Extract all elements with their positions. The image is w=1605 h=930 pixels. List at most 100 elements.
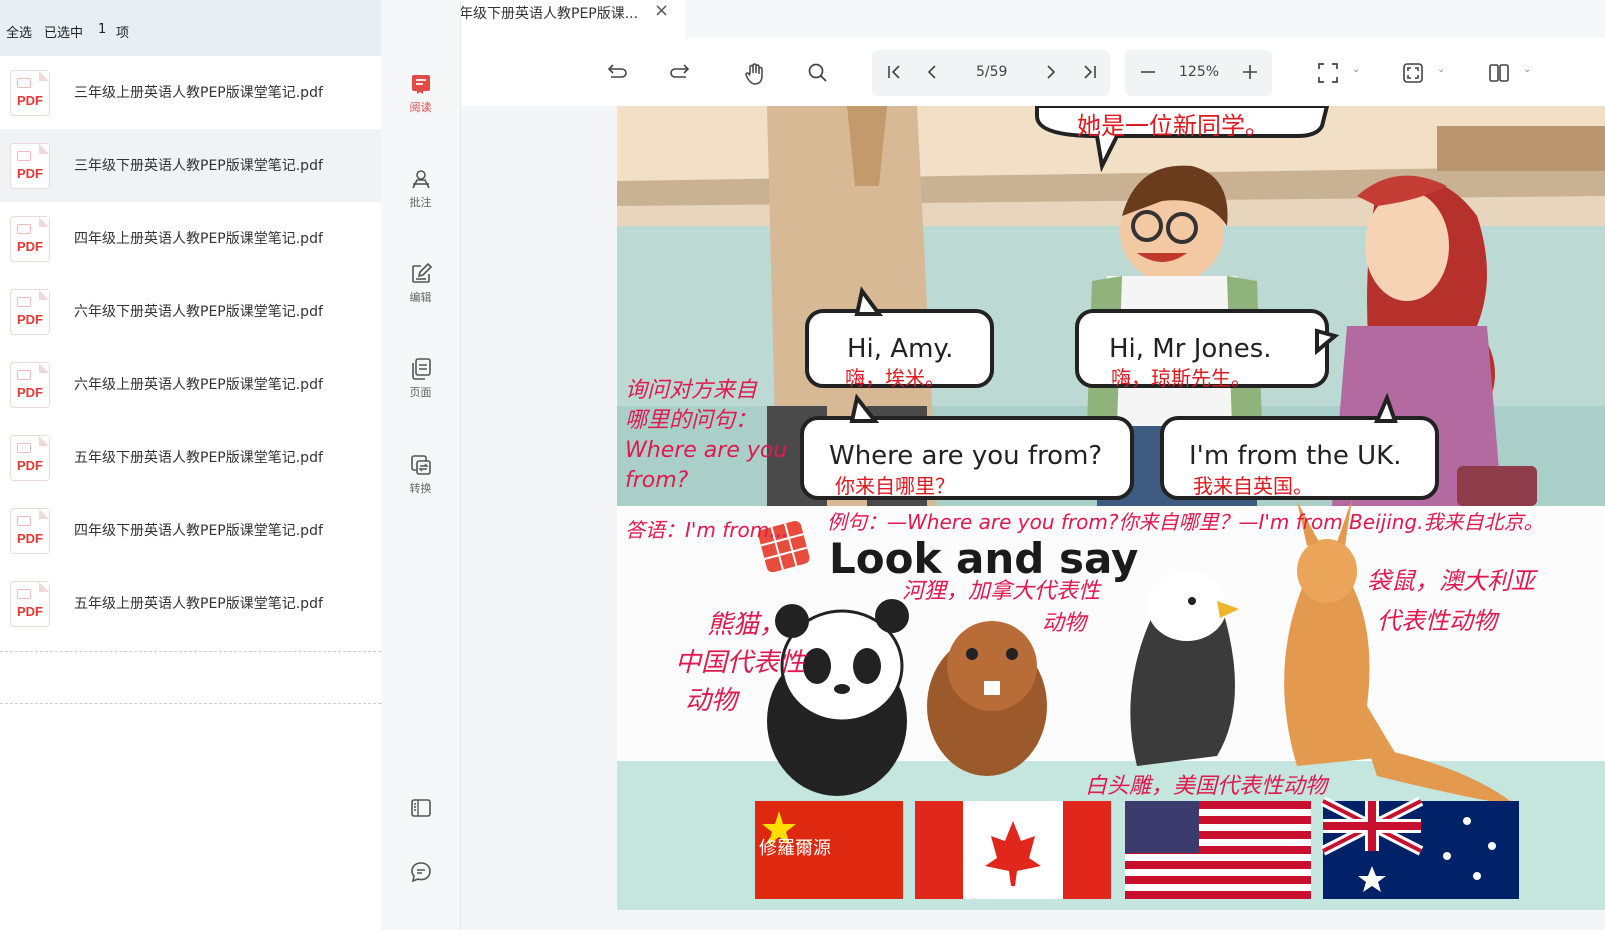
divider: [0, 703, 381, 704]
zoom-out-button[interactable]: [1135, 62, 1161, 84]
zoom-level[interactable]: 125%: [1179, 64, 1219, 80]
note-line: 中国代表性: [675, 648, 806, 678]
panel-toggle-button[interactable]: [381, 796, 460, 823]
pdf-file-icon: PDF: [10, 435, 50, 481]
bubble-3-en: Where are you from?: [829, 441, 1103, 471]
nav-read[interactable]: 阅读: [381, 72, 460, 115]
nav-annotate[interactable]: 批注: [381, 167, 460, 210]
redo-button[interactable]: [667, 62, 693, 84]
file-name: 五年级上册英语人教PEP版课堂笔记.pdf: [74, 596, 323, 612]
note-line: 动物: [1042, 611, 1087, 636]
pdf-icon-label: PDF: [17, 531, 43, 546]
file-name: 三年级下册英语人教PEP版课堂笔记.pdf: [74, 158, 323, 174]
selected-label: 已选中: [44, 26, 84, 41]
file-list-item[interactable]: PDF 六年级下册英语人教PEP版课堂笔记.pdf: [0, 275, 381, 348]
file-list-item[interactable]: PDF 六年级上册英语人教PEP版课堂笔记.pdf: [0, 348, 381, 421]
note-example: 例句：—Where are you from?你来自哪里？—I'm from B…: [827, 510, 1544, 534]
comment-button[interactable]: [381, 860, 460, 887]
chevron-down-icon[interactable]: ⌄: [1437, 64, 1445, 75]
file-list-item[interactable]: PDF 四年级下册英语人教PEP版课堂笔记.pdf: [0, 494, 381, 567]
pdf-icon-label: PDF: [17, 312, 43, 327]
side-nav: 阅读 批注 编辑 页面 转换: [381, 0, 461, 930]
nav-label: 阅读: [409, 101, 432, 114]
chevron-down-icon[interactable]: ⌄: [1523, 64, 1531, 75]
close-icon[interactable]: ×: [654, 0, 669, 21]
undo-icon: [607, 64, 627, 78]
file-list-item[interactable]: PDF 四年级上册英语人教PEP版课堂笔记.pdf: [0, 202, 381, 275]
note-line: Where are you: [625, 438, 788, 463]
bubble-4-zh: 我来自英国。: [1193, 474, 1313, 498]
nav-pages[interactable]: 页面: [381, 357, 460, 400]
note-line: 代表性动物: [1377, 607, 1497, 635]
file-name: 五年级下册英语人教PEP版课堂笔记.pdf: [74, 450, 323, 466]
file-name: 四年级上册英语人教PEP版课堂笔记.pdf: [74, 231, 323, 247]
zoom-in-button[interactable]: [1237, 62, 1263, 84]
file-name: 六年级上册英语人教PEP版课堂笔记.pdf: [74, 377, 323, 393]
page-indicator[interactable]: 5/59: [976, 64, 1007, 80]
nav-label: 转换: [409, 482, 432, 495]
nav-label: 批注: [409, 196, 432, 209]
next-page-button[interactable]: [1037, 62, 1063, 84]
pdf-icon-label: PDF: [17, 239, 43, 254]
prev-page-button[interactable]: [920, 62, 946, 84]
first-page-button[interactable]: [881, 62, 907, 84]
chevron-down-icon[interactable]: ⌄: [1352, 64, 1360, 75]
note-line: 熊猫，: [707, 610, 786, 640]
last-page-button[interactable]: [1077, 62, 1103, 84]
tab-bar: 三年级下册英语人教PEP版课... ×: [381, 0, 1605, 39]
select-all-button[interactable]: 全选: [6, 22, 32, 41]
note-line: 袋鼠，澳大利亚: [1367, 567, 1535, 595]
viewer-toolbar: 5/59 125% ⌄ ⌄ ⌄: [461, 38, 1605, 106]
note-line: 询问对方来自: [625, 378, 758, 403]
pdf-page[interactable]: 她是一位新同学。 Hi, Amy. 嗨，埃米。 Hi, Mr Jones. 嗨，…: [617, 106, 1605, 910]
pdf-file-icon: PDF: [10, 216, 50, 262]
file-list-item[interactable]: PDF 五年级上册英语人教PEP版课堂笔记.pdf: [0, 567, 381, 640]
page-layout-button[interactable]: [1486, 62, 1512, 84]
nav-convert[interactable]: 转换: [381, 453, 460, 496]
note-answer: 答语：I'm from...: [625, 518, 789, 542]
divider: [0, 651, 381, 652]
hand-icon: [745, 63, 763, 85]
hand-tool-button[interactable]: [742, 62, 768, 85]
undo-button[interactable]: [604, 62, 630, 84]
pdf-icon-label: PDF: [17, 604, 43, 619]
bubble-3-zh: 你来自哪里？: [835, 474, 955, 498]
bubble-2-en: Hi, Mr Jones.: [1109, 334, 1272, 364]
note-eagle: 白头雕，美国代表性动物: [1085, 774, 1328, 799]
watermark-logo: 修羅爾源: [759, 838, 831, 859]
note-panda: 熊猫， 中国代表性 动物: [675, 606, 805, 720]
sidebar-icon: [410, 799, 431, 817]
pdf-icon-label: PDF: [17, 93, 43, 108]
edit-icon: [411, 262, 432, 283]
selection-bar: 全选 已选中 1 项: [0, 0, 381, 56]
search-button[interactable]: [805, 62, 831, 84]
search-icon: [808, 63, 827, 82]
selected-unit: 项: [116, 26, 130, 41]
pdf-icon-label: PDF: [17, 166, 43, 181]
note-beaver: 河狸，加拿大代表性 动物: [902, 576, 1100, 640]
note-question: 询问对方来自 哪里的问句： Where are you from?: [625, 376, 787, 496]
note-kangaroo: 袋鼠，澳大利亚 代表性动物: [1367, 561, 1535, 641]
fit-page-button[interactable]: [1315, 62, 1341, 84]
comment-icon: [410, 862, 431, 883]
bubble-1-en: Hi, Amy.: [847, 334, 954, 364]
nav-label: 页面: [409, 386, 432, 399]
file-list-item[interactable]: PDF 三年级下册英语人教PEP版课堂笔记.pdf: [0, 129, 381, 202]
pdf-file-icon: PDF: [10, 581, 50, 627]
file-list-item[interactable]: PDF 三年级上册英语人教PEP版课堂笔记.pdf: [0, 56, 381, 129]
note-line: 哪里的问句：: [625, 408, 758, 433]
bubble-4-en: I'm from the UK.: [1189, 441, 1402, 471]
file-name: 四年级下册英语人教PEP版课堂笔记.pdf: [74, 523, 323, 539]
nav-edit[interactable]: 编辑: [381, 262, 460, 305]
fullscreen-icon: [1403, 63, 1423, 83]
pdf-file-icon: PDF: [10, 362, 50, 408]
last-page-icon: [1084, 65, 1096, 79]
plus-icon: [1243, 65, 1257, 79]
fullscreen-button[interactable]: [1400, 62, 1426, 84]
file-name: 六年级下册英语人教PEP版课堂笔记.pdf: [74, 304, 323, 320]
bubble-2-zh: 嗨，琼斯先生。: [1111, 366, 1251, 390]
note-line: 河狸，加拿大代表性: [902, 579, 1101, 604]
file-list-item[interactable]: PDF 五年级下册英语人教PEP版课堂笔记.pdf: [0, 421, 381, 494]
bubble-1-zh: 嗨，埃米。: [845, 366, 945, 390]
note-line: from?: [625, 468, 689, 493]
